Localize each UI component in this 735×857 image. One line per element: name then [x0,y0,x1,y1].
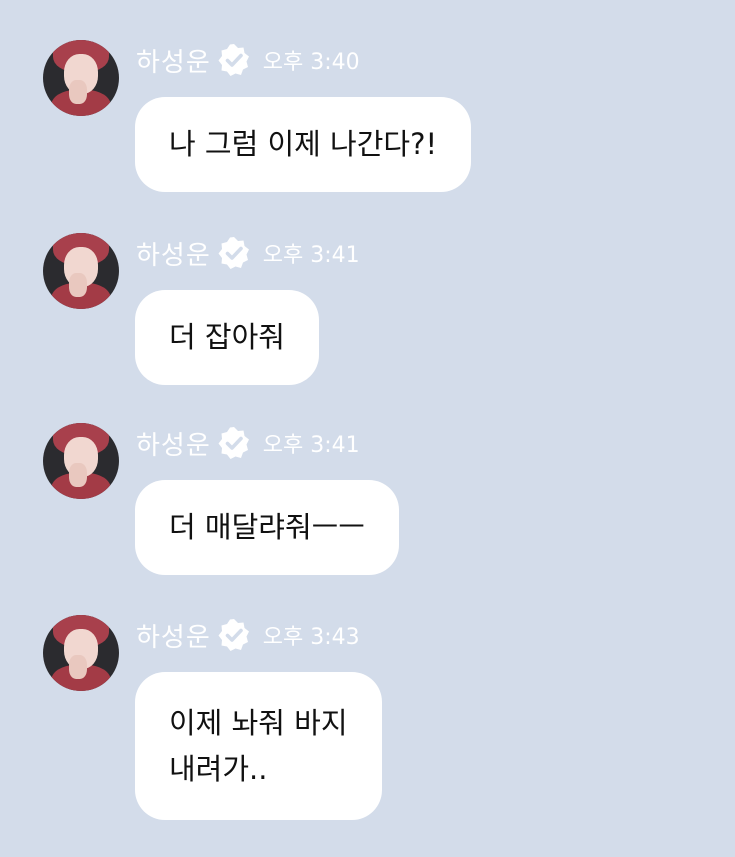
verified-badge-icon [218,427,249,459]
message-meta: 하성운 오후 3:41 [136,235,360,271]
message-bubble[interactable]: 이제 놔줘 바지 내려가.. [135,672,382,820]
verified-badge-icon [218,44,249,76]
message-time: 오후 3:43 [262,625,360,650]
message-line: 내려가.. [169,752,268,786]
message-time: 오후 3:40 [262,50,360,75]
message-meta: 하성운 오후 3:40 [136,42,360,78]
sender-name[interactable]: 하성운 [136,235,211,272]
message-time: 오후 3:41 [262,433,360,458]
sender-name[interactable]: 하성운 [136,42,211,79]
message-bubble[interactable]: 더 잡아줘 [135,290,319,385]
avatar[interactable] [43,423,119,499]
verified-badge-icon [218,619,249,651]
sender-name[interactable]: 하성운 [136,425,211,462]
message-meta: 하성운 오후 3:41 [136,425,360,461]
message-bubble[interactable]: 나 그럼 이제 나간다?! [135,97,472,192]
message-bubble[interactable]: 더 매달랴줘ㅡㅡ [135,480,399,575]
avatar[interactable] [43,615,119,691]
verified-badge-icon [218,237,249,269]
sender-name[interactable]: 하성운 [136,617,211,654]
message-time: 오후 3:41 [262,243,360,268]
message-meta: 하성운 오후 3:43 [136,617,360,653]
avatar[interactable] [43,233,119,309]
message-line: 이제 놔줘 바지 [169,706,348,740]
avatar[interactable] [43,40,119,116]
